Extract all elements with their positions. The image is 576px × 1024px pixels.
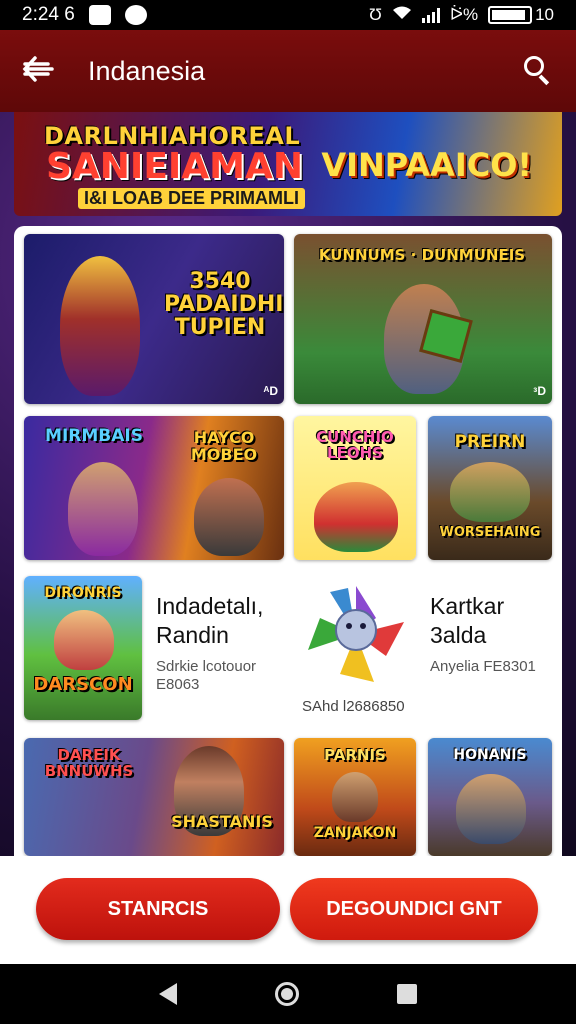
system-nav-bar xyxy=(0,964,576,1024)
nav-home-icon[interactable] xyxy=(275,982,299,1006)
tile-3-title: MIRMBAIS xyxy=(45,426,143,446)
row-1-title-2: Randin xyxy=(156,621,229,648)
search-icon[interactable] xyxy=(520,54,554,88)
villains-art xyxy=(194,478,264,556)
row-3-title-2: 3alda xyxy=(430,621,487,648)
row-3-meta-1: Anyelia FE8301 xyxy=(430,657,536,675)
gem-game-icon[interactable] xyxy=(300,578,412,690)
kids-characters-art xyxy=(314,482,398,552)
action-bar: STANRCIS DEGOUNDICI GNT xyxy=(0,856,576,964)
row-1-meta-2: E8063 xyxy=(156,676,200,694)
status-bar: 2:24 6 Ʊ ᐖ% 10 xyxy=(0,0,576,30)
list-row-2-meta: SAhd l2686850 xyxy=(302,698,405,715)
signal-icon xyxy=(421,7,440,23)
tile-1-title: 3540 PADAIDHIN TUPIEN xyxy=(164,269,284,341)
game-tile-4[interactable]: CUNCHIO LEOHS xyxy=(294,416,416,560)
vibrate-icon: Ʊ xyxy=(369,5,382,24)
photo-notification-icon xyxy=(88,5,111,25)
list-row-3-text[interactable]: Kartkar 3alda Anyelia FE8301 xyxy=(430,592,556,676)
hero-subtitle: I&I LOAB DEE PRIMAMLI xyxy=(78,188,305,209)
warrior-art xyxy=(332,772,378,822)
secondary-action-button[interactable]: DEGOUNDICI GNT xyxy=(290,878,538,940)
game-tile-2[interactable]: KUNNUMS · DUNMUNEIS ᶟD xyxy=(294,234,552,404)
primary-action-button[interactable]: STANRCIS xyxy=(36,878,280,940)
status-extra-text: ᐖ% xyxy=(449,5,479,24)
street-characters-art xyxy=(456,774,526,844)
cartoon-kids-art xyxy=(54,610,114,670)
nav-back-icon[interactable] xyxy=(159,983,177,1005)
battery-text: 10 xyxy=(535,5,554,24)
game-tile-9[interactable]: HONANIS xyxy=(428,738,552,856)
tile-2-title: KUNNUMS · DUNMUNEIS xyxy=(318,246,526,264)
tile-5-subtitle: WORSEHAING xyxy=(439,525,541,540)
tile-4-title: CUNCHIO LEOHS xyxy=(316,428,394,462)
app-bar: Indanesia xyxy=(0,30,576,112)
game-tile-7[interactable]: DAREIK BNNUWHS SHASTANIS xyxy=(24,738,284,856)
wifi-icon xyxy=(392,5,412,26)
tile-8-title: PARNIS xyxy=(324,746,386,764)
row-1-title-1: Indadetalı, xyxy=(156,593,264,619)
game-tile-8[interactable]: PARNIS ZANJAKON xyxy=(294,738,416,856)
tile-2-badge: ᶟD xyxy=(533,384,546,398)
hero-title-line2: SANIEIAMAN xyxy=(46,146,303,187)
tile-9-title: HONANIS xyxy=(453,747,527,763)
tile-7-subtitle: SHASTANIS xyxy=(171,812,273,831)
game-tile-5[interactable]: PREIRN WORSEHAING xyxy=(428,416,552,560)
hero-banner[interactable]: DARLNHIAHOREAL SANIEIAMAN I&I LOAB DEE P… xyxy=(14,112,562,216)
list-row-1-text[interactable]: Indadetalı, Randin Sdrkie lcotouor E8063 xyxy=(156,592,286,695)
row-1-meta-1: Sdrkie lcotouor xyxy=(156,657,257,675)
tile-6-subtitle: DARSCON xyxy=(33,674,133,695)
nav-recents-icon[interactable] xyxy=(397,984,417,1004)
tile-6-title: DIRONRIS xyxy=(44,585,122,601)
game-tile-3[interactable]: MIRMBAIS HAYCO MOBEO xyxy=(24,416,284,560)
game-tile-1[interactable]: 3540 PADAIDHIN TUPIEN ᴬD xyxy=(24,234,284,404)
tile-7-title: DAREIK BNNUWHS xyxy=(44,746,134,780)
back-arrow-icon[interactable] xyxy=(22,54,72,88)
battery-icon: 10 xyxy=(488,5,554,25)
heroes-art xyxy=(68,462,138,556)
treasure-characters-art xyxy=(450,462,530,522)
tile-5-title: PREIRN xyxy=(454,432,526,452)
tile-3-subtitle: HAYCO MOBEO xyxy=(190,428,258,464)
hero-right-text: VINPAAICO! xyxy=(321,146,532,184)
game-tile-6[interactable]: DIRONRIS DARSCON xyxy=(24,576,142,720)
chat-notification-icon xyxy=(124,5,147,25)
tile-8-subtitle: ZANJAKON xyxy=(313,825,397,841)
row-3-title-1: Kartkar xyxy=(430,593,505,619)
status-time: 2:24 6 xyxy=(22,4,75,25)
tile-1-badge: ᴬD xyxy=(263,384,279,398)
page-title: Indanesia xyxy=(88,55,206,86)
hero-character-art xyxy=(60,256,140,396)
